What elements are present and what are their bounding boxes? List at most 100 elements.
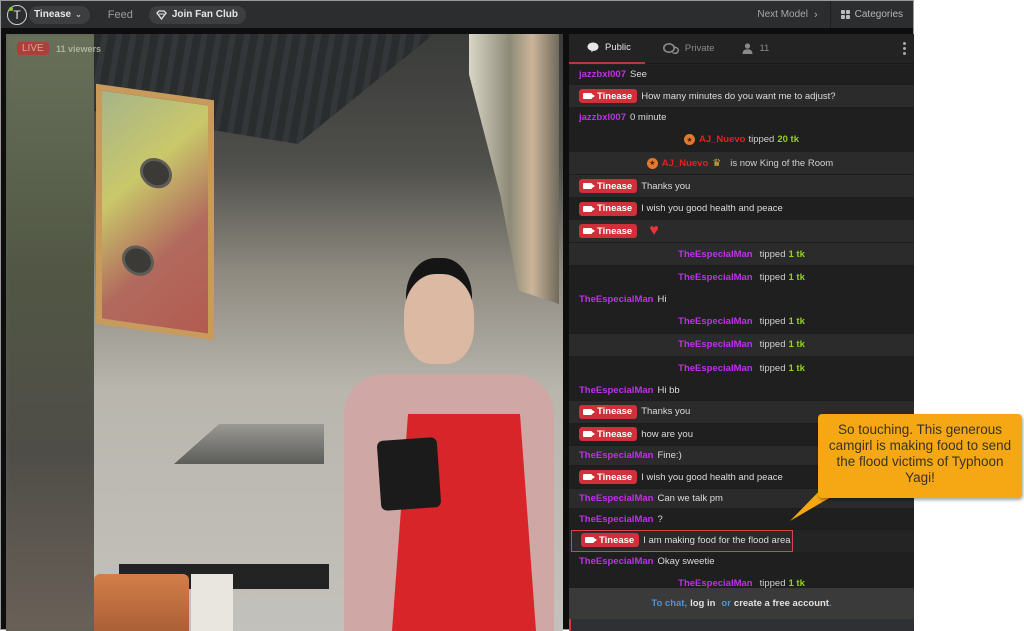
- star-badge-icon: ★: [646, 157, 658, 169]
- viewer-count: 11 viewers: [56, 44, 102, 54]
- video-cup: [191, 574, 233, 631]
- chat-text: ?: [657, 513, 663, 525]
- chat-username[interactable]: TheEspecialMan: [579, 514, 653, 525]
- more-options-icon[interactable]: [903, 42, 906, 55]
- next-model-label: Next Model: [757, 9, 808, 20]
- log-in-link[interactable]: log in: [690, 598, 715, 609]
- chat-text: How many minutes do you want me to adjus…: [641, 90, 836, 102]
- tab-public[interactable]: Public: [569, 34, 645, 64]
- or-text: or: [721, 598, 731, 609]
- video-blur-edge: [6, 34, 96, 631]
- tipped-text: tipped: [759, 315, 786, 327]
- tipper-username[interactable]: TheEspecialMan: [678, 316, 752, 327]
- chat-username[interactable]: TheEspecialMan: [579, 493, 653, 504]
- grid-icon: [840, 10, 850, 19]
- chat-text: Fine:): [657, 450, 682, 462]
- model-username-badge[interactable]: Tinease: [579, 179, 638, 194]
- model-username: Tinease: [597, 225, 633, 237]
- private-chat-icon: [662, 43, 679, 54]
- camera-icon: [585, 537, 597, 544]
- highlighted-chat-message: Tinease I am making food for the flood ar…: [571, 529, 793, 553]
- tipper-username[interactable]: TheEspecialMan: [678, 363, 752, 374]
- video-player[interactable]: LIVE 11 viewers: [6, 34, 563, 631]
- camera-icon: [583, 93, 595, 100]
- model-name-dropdown[interactable]: Tinease ⌄: [29, 5, 90, 24]
- feed-link[interactable]: Feed: [108, 9, 133, 21]
- video-person-head: [404, 274, 474, 364]
- model-username: Tinease: [597, 471, 633, 483]
- model-username-badge[interactable]: Tinease: [579, 470, 638, 485]
- annotation-callout: So touching. This generous camgirl is ma…: [818, 414, 1022, 498]
- model-name: Tinease: [34, 9, 72, 20]
- king-notification: ★ AJ_Nuevo ♛ is now King of the Room: [569, 151, 914, 176]
- chat-text: how are you: [641, 428, 693, 440]
- chat-text: Hi bb: [657, 384, 680, 396]
- model-username-badge[interactable]: Tinease: [579, 89, 638, 104]
- chat-username[interactable]: TheEspecialMan: [579, 450, 653, 461]
- chat-username[interactable]: jazzbxl007: [579, 69, 626, 80]
- tipper-username[interactable]: AJ_Nuevo: [699, 134, 745, 145]
- chat-message: TheEspecialMan Okay sweetie: [569, 552, 914, 573]
- avatar-letter: T: [13, 7, 21, 22]
- tipper-username[interactable]: TheEspecialMan: [678, 249, 752, 260]
- tab-private[interactable]: Private: [653, 34, 725, 64]
- video-range-hood: [174, 424, 324, 464]
- chat-username[interactable]: TheEspecialMan: [579, 556, 653, 567]
- camera-icon: [583, 474, 595, 481]
- camera-icon: [583, 431, 595, 438]
- chat-text: Okay sweetie: [657, 556, 715, 568]
- heart-icon: ♥: [649, 222, 659, 240]
- join-fan-club-button[interactable]: Join Fan Club: [148, 5, 246, 24]
- king-username[interactable]: AJ_Nuevo: [662, 158, 708, 169]
- chevron-down-icon: ⌄: [75, 10, 82, 19]
- tipper-username[interactable]: TheEspecialMan: [678, 272, 752, 283]
- chat-text: Thanks you: [641, 180, 691, 192]
- diamond-icon: [155, 9, 167, 20]
- model-username-badge[interactable]: Tinease: [581, 533, 640, 548]
- chat-text: Hi: [657, 293, 667, 305]
- chat-username[interactable]: jazzbxl007: [579, 112, 626, 123]
- video-phone: [376, 436, 442, 512]
- chat-message: TheEspecialMan Hi bb: [569, 380, 914, 402]
- chat-message: Tinease Thanks you: [569, 175, 914, 198]
- next-model-button[interactable]: Next Model ›: [757, 1, 831, 28]
- user-count: 11: [759, 43, 770, 54]
- model-avatar[interactable]: T: [7, 4, 27, 25]
- chat-message: Tinease I wish you good health and peace: [569, 197, 914, 221]
- tip-amount: 1 tk: [788, 248, 805, 260]
- tab-users[interactable]: 11: [732, 34, 779, 64]
- tip-amount: 1 tk: [788, 362, 805, 374]
- chat-text: I wish you good health and peace: [641, 203, 783, 215]
- tipper-username[interactable]: TheEspecialMan: [678, 339, 752, 350]
- chat-text: I am making food for the flood area: [643, 534, 791, 546]
- chat-tabs: Public Private 11: [569, 34, 914, 64]
- tip-notification: TheEspecialMan tipped 1 tk: [569, 357, 914, 381]
- tip-notification: TheEspecialMan tipped 1 tk: [569, 310, 914, 334]
- create-account-link[interactable]: create a free account: [734, 598, 829, 609]
- chat-username[interactable]: TheEspecialMan: [579, 385, 653, 396]
- chat-text: Can we talk pm: [657, 493, 723, 505]
- tipped-text: tipped: [748, 134, 775, 146]
- model-username: Tinease: [599, 534, 635, 546]
- categories-button[interactable]: Categories: [831, 1, 913, 28]
- tip-notification: ★ AJ_Nuevo tipped 20 tk: [569, 128, 914, 152]
- chat-input[interactable]: [569, 619, 914, 631]
- user-icon: [742, 43, 753, 54]
- video-bucket: [94, 574, 189, 631]
- camera-icon: [583, 228, 595, 235]
- model-username-badge[interactable]: Tinease: [579, 224, 638, 239]
- to-chat-text: To chat,: [651, 598, 688, 609]
- tip-amount: 20 tk: [777, 134, 799, 146]
- model-username-badge[interactable]: Tinease: [579, 404, 638, 419]
- chat-username[interactable]: TheEspecialMan: [579, 294, 653, 305]
- model-username-badge[interactable]: Tinease: [579, 427, 638, 442]
- video-cabinet: [96, 83, 214, 341]
- video-curtain: [469, 34, 559, 304]
- online-status-dot: [9, 6, 13, 11]
- video-frame-kitchen: [94, 34, 563, 631]
- chat-text: See: [630, 69, 647, 81]
- model-username-badge[interactable]: Tinease: [579, 201, 638, 216]
- chat-message: TheEspecialMan Hi: [569, 289, 914, 311]
- chat-message: Tinease ♥: [569, 220, 914, 243]
- tipped-text: tipped: [759, 248, 786, 260]
